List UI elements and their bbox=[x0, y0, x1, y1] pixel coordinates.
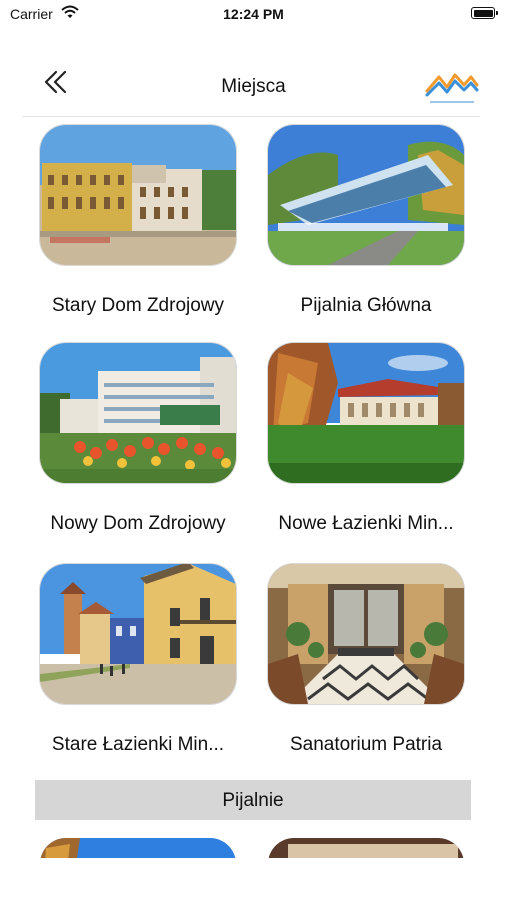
section-header: Pijalnie bbox=[35, 780, 471, 820]
place-tile-partial[interactable] bbox=[40, 838, 236, 858]
place-label: Stare Łazienki Min... bbox=[51, 734, 225, 755]
clock: 12:24 PM bbox=[223, 6, 284, 22]
section-title: Pijalnie bbox=[222, 790, 284, 811]
places-grid: Stary Dom Zdrojowy Pijalnia Główna Nowy … bbox=[0, 117, 507, 858]
place-label: Nowe Łazienki Min... bbox=[278, 513, 454, 534]
battery-icon bbox=[471, 7, 498, 19]
place-label: Pijalnia Główna bbox=[300, 295, 432, 316]
place-tile-partial[interactable] bbox=[268, 838, 464, 858]
place-label: Nowy Dom Zdrojowy bbox=[50, 513, 226, 534]
place-photo bbox=[268, 564, 464, 704]
mountains-logo bbox=[424, 65, 480, 109]
place-tile[interactable]: Stary Dom Zdrojowy bbox=[40, 125, 236, 316]
place-tile[interactable]: Nowe Łazienki Min... bbox=[268, 343, 464, 534]
place-tile[interactable]: Nowy Dom Zdrojowy bbox=[40, 343, 236, 534]
place-photo bbox=[268, 343, 464, 483]
place-label: Sanatorium Patria bbox=[289, 734, 443, 755]
navigation-bar: Miejsca bbox=[0, 60, 507, 116]
place-tile[interactable]: Pijalnia Główna bbox=[268, 125, 464, 316]
place-tile[interactable]: Stare Łazienki Min... bbox=[40, 564, 236, 755]
place-photo bbox=[40, 564, 236, 704]
place-tile[interactable]: Sanatorium Patria bbox=[268, 564, 464, 755]
place-label: Stary Dom Zdrojowy bbox=[51, 295, 225, 316]
place-photo bbox=[40, 125, 236, 265]
place-photo bbox=[268, 125, 464, 265]
place-photo bbox=[40, 343, 236, 483]
status-bar: Carrier 12:24 PM bbox=[0, 0, 507, 30]
